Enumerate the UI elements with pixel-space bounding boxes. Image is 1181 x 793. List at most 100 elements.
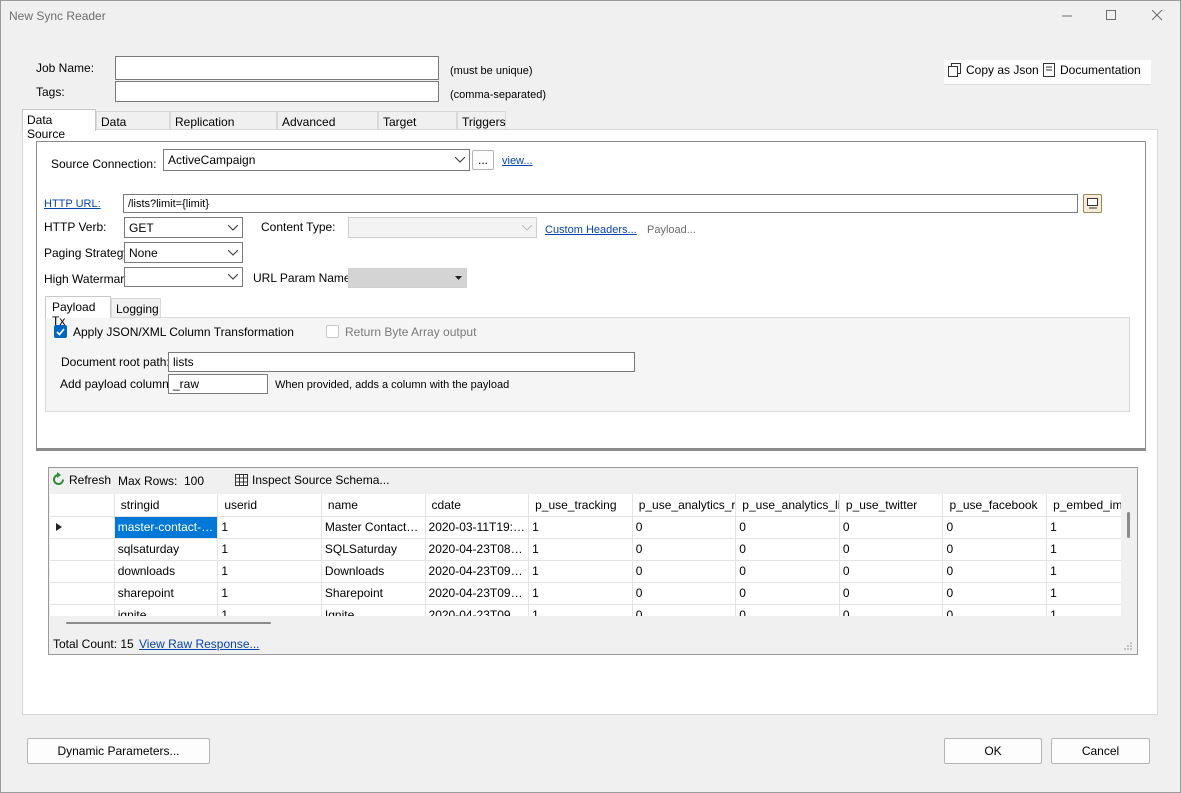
table-row[interactable]: ignite1Ignite2020-04-23T09:0...1000011 bbox=[50, 604, 1121, 616]
grid-cell[interactable]: 0 bbox=[735, 604, 840, 616]
grid-cell[interactable]: Master Contact List bbox=[321, 516, 426, 539]
dynamic-parameters-button[interactable]: Dynamic Parameters... bbox=[27, 738, 210, 764]
column-header-p-embed-image[interactable]: p_embed_image bbox=[1046, 494, 1121, 517]
row-header[interactable] bbox=[50, 516, 115, 539]
resize-grip-icon[interactable] bbox=[1123, 641, 1133, 651]
http-verb-select[interactable]: GET bbox=[124, 217, 243, 238]
grid-cell[interactable]: 0 bbox=[839, 604, 944, 616]
table-row[interactable]: downloads 1 Downloads 2020-04-23T09:0... 1 0 0… bbox=[50, 560, 1121, 583]
view-raw-response-link[interactable]: View Raw Response... bbox=[139, 637, 260, 651]
content-type-select[interactable] bbox=[348, 217, 537, 238]
grid-cell[interactable]: 2020-04-23T09:0... bbox=[425, 560, 530, 583]
row-header[interactable] bbox=[50, 560, 115, 583]
grid-cell[interactable]: 1 bbox=[528, 516, 633, 539]
http-url-input[interactable]: /lists?limit={limit} bbox=[123, 194, 1078, 213]
column-header-p-use-analytics-re[interactable]: p_use_analytics_re bbox=[632, 494, 737, 517]
high-watermark-select[interactable] bbox=[124, 267, 243, 287]
grid-cell[interactable]: 0 bbox=[735, 560, 840, 583]
documentation-button[interactable]: Documentation bbox=[1043, 63, 1141, 77]
source-connection-select[interactable]: ActiveCampaign bbox=[163, 149, 470, 171]
grid-cell[interactable]: Sharepoint bbox=[321, 582, 426, 605]
grid-cell[interactable]: 0 bbox=[735, 582, 840, 605]
row-header[interactable] bbox=[50, 582, 115, 605]
grid-cell[interactable]: 0 bbox=[632, 538, 737, 561]
grid-cell[interactable]: SQLSaturday bbox=[321, 538, 426, 561]
refresh-button[interactable]: Refresh bbox=[51, 472, 111, 487]
paging-strategy-select[interactable]: None bbox=[124, 242, 243, 263]
grid-cell[interactable]: 1 bbox=[528, 582, 633, 605]
job-name-input[interactable] bbox=[115, 56, 439, 80]
copy-json-button[interactable]: Copy as Json bbox=[948, 63, 1039, 77]
tab-target-system[interactable]: Target System bbox=[378, 111, 457, 143]
grid-cell[interactable]: 1 bbox=[217, 538, 322, 561]
grid-cell[interactable]: 1 bbox=[528, 604, 633, 616]
grid-cell[interactable]: 0 bbox=[632, 604, 737, 616]
data-grid[interactable]: stringid userid name cdate p_use_tracking p_u… bbox=[50, 494, 1121, 616]
tab-payload-tx[interactable]: Payload Tx bbox=[45, 296, 111, 328]
grid-cell[interactable]: 0 bbox=[839, 516, 944, 539]
grid-cell[interactable]: 0 bbox=[942, 538, 1048, 561]
grid-cell[interactable]: 2020-04-23T08:4... bbox=[425, 538, 530, 561]
view-connection-link[interactable]: view... bbox=[502, 155, 533, 167]
grid-cell[interactable]: sharepoint bbox=[114, 582, 219, 605]
grid-cell[interactable]: 1 bbox=[217, 516, 322, 539]
source-connection-browse-button[interactable]: ... bbox=[472, 150, 494, 170]
grid-cell[interactable]: 0 bbox=[735, 516, 840, 539]
table-row[interactable]: sqlsaturday 1 SQLSaturday 2020-04-23T08:4..… bbox=[50, 538, 1121, 561]
grid-cell[interactable]: 2020-03-11T19:3... bbox=[425, 516, 530, 539]
grid-cell[interactable]: 0 bbox=[942, 582, 1048, 605]
grid-cell[interactable]: 1 bbox=[1046, 538, 1121, 561]
grid-cell[interactable]: master-contact-list bbox=[114, 516, 219, 539]
document-root-path-input[interactable]: lists bbox=[168, 352, 635, 372]
http-url-link[interactable]: HTTP URL: bbox=[44, 198, 101, 210]
tab-data-pipeline[interactable]: Data Pipeline bbox=[96, 111, 170, 143]
grid-cell[interactable]: 2020-04-23T09:0... bbox=[425, 582, 530, 605]
column-header-p-use-tracking[interactable]: p_use_tracking bbox=[528, 494, 633, 517]
grid-cell[interactable]: sqlsaturday bbox=[114, 538, 219, 561]
tab-logging[interactable]: Logging bbox=[111, 298, 161, 318]
grid-cell[interactable]: 0 bbox=[735, 538, 840, 561]
column-header-stringid[interactable]: stringid bbox=[114, 494, 219, 517]
column-header-p-use-twitter[interactable]: p_use_twitter bbox=[839, 494, 944, 517]
grid-cell[interactable]: Ignite bbox=[321, 604, 426, 616]
grid-cell[interactable]: 1 bbox=[1046, 582, 1121, 605]
tab-data-source[interactable]: Data Source bbox=[22, 109, 96, 141]
return-byte-array-checkbox[interactable] bbox=[326, 325, 339, 338]
column-header-userid[interactable]: userid bbox=[217, 494, 322, 517]
grid-cell[interactable]: 1 bbox=[1046, 604, 1121, 616]
grid-cell[interactable]: 0 bbox=[942, 516, 1048, 539]
grid-cell[interactable]: 0 bbox=[942, 560, 1048, 583]
grid-cell[interactable]: 2020-04-23T09:0... bbox=[425, 604, 530, 616]
row-header[interactable] bbox=[50, 604, 115, 616]
table-row[interactable]: sharepoint 1 Sharepoint 2020-04-23T09:0... 1… bbox=[50, 582, 1121, 605]
horizontal-scrollbar-thumb[interactable] bbox=[66, 622, 271, 624]
url-builder-button[interactable] bbox=[1083, 194, 1102, 213]
grid-cell[interactable]: 0 bbox=[942, 604, 1048, 616]
grid-cell[interactable]: 0 bbox=[632, 516, 737, 539]
grid-cell[interactable]: 0 bbox=[839, 582, 944, 605]
grid-cell[interactable]: 1 bbox=[217, 604, 322, 616]
custom-headers-link[interactable]: Custom Headers... bbox=[545, 224, 637, 236]
column-header-p-use-facebook[interactable]: p_use_facebook bbox=[942, 494, 1048, 517]
tab-advanced-settings[interactable]: Advanced Settings bbox=[277, 111, 378, 143]
add-payload-column-input[interactable]: _raw bbox=[168, 374, 268, 394]
grid-cell[interactable]: 1 bbox=[1046, 516, 1121, 539]
grid-cell[interactable]: 1 bbox=[528, 538, 633, 561]
grid-cell[interactable]: 1 bbox=[217, 582, 322, 605]
grid-cell[interactable]: downloads bbox=[114, 560, 219, 583]
grid-horizontal-scrollbar[interactable] bbox=[50, 616, 1121, 631]
grid-cell[interactable]: 1 bbox=[1046, 560, 1121, 583]
grid-cell[interactable]: 0 bbox=[839, 538, 944, 561]
url-param-name-select[interactable] bbox=[348, 268, 467, 288]
column-header-cdate[interactable]: cdate bbox=[425, 494, 530, 517]
row-header[interactable] bbox=[50, 538, 115, 561]
grid-cell[interactable]: 0 bbox=[839, 560, 944, 583]
maximize-button[interactable] bbox=[1088, 0, 1134, 30]
column-header-name[interactable]: name bbox=[321, 494, 426, 517]
ok-button[interactable]: OK bbox=[944, 738, 1042, 764]
minimize-button[interactable] bbox=[1044, 0, 1090, 30]
grid-cell[interactable]: 1 bbox=[528, 560, 633, 583]
grid-vertical-scrollbar[interactable] bbox=[1121, 494, 1136, 616]
tags-input[interactable] bbox=[115, 81, 439, 102]
tab-triggers[interactable]: Triggers bbox=[457, 111, 506, 131]
